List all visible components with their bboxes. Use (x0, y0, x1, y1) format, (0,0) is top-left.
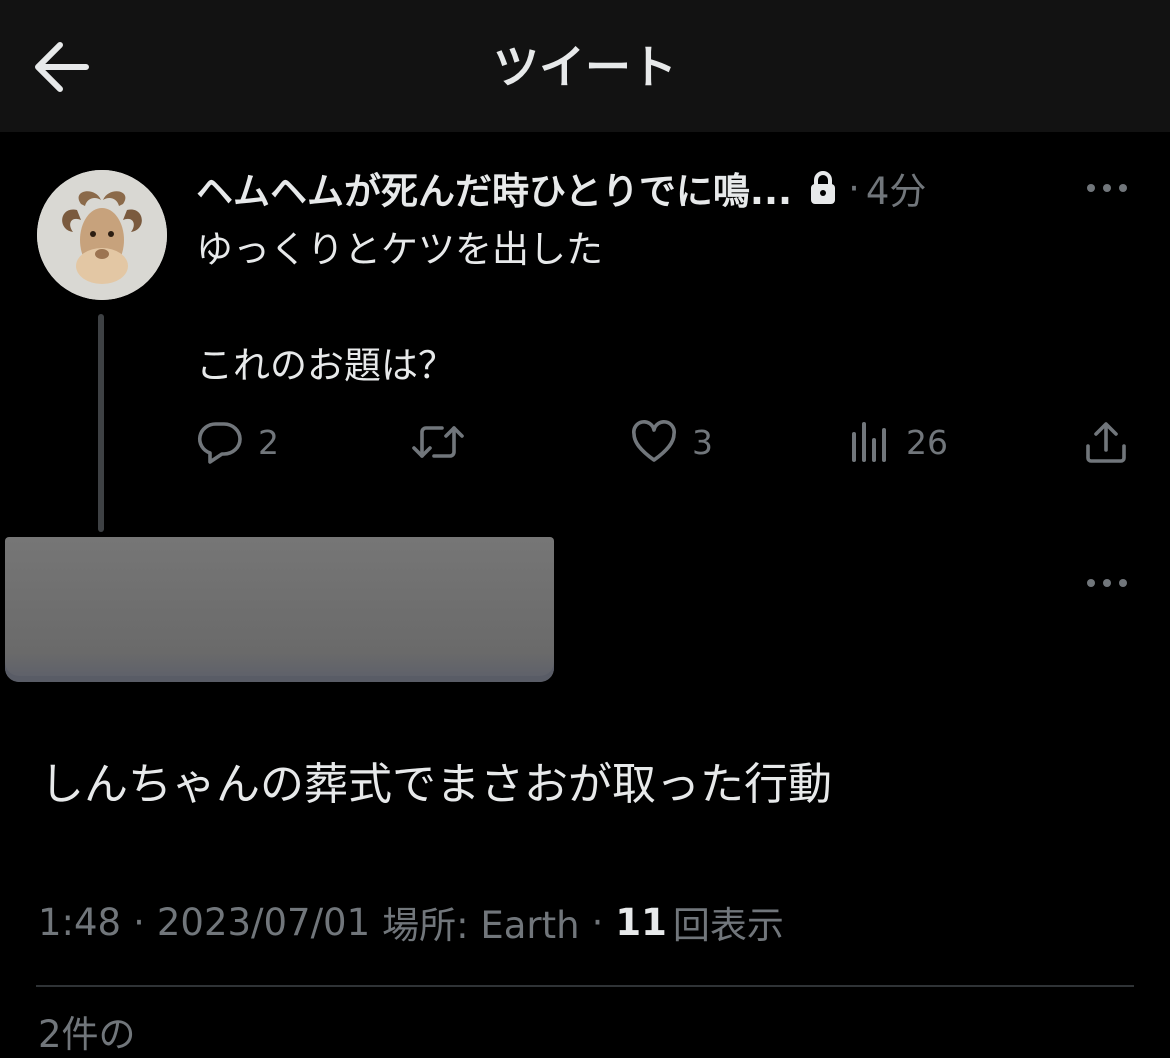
meta-separator: · (591, 900, 604, 944)
top-nav-bar: ツイート (0, 0, 1170, 132)
meta-separator: · (133, 900, 145, 944)
heart-icon (632, 420, 676, 462)
page-title: ツイート (493, 40, 677, 94)
quote-count-link[interactable]: 2件の (38, 1012, 136, 1058)
share-button[interactable] (1082, 414, 1130, 470)
tweet-author-row: ヘムヘムが死んだ時ひとりでに鳴... · 4分 (196, 160, 926, 216)
tweet-text-line: ゆっくりとケツを出した (196, 228, 603, 271)
ram-head-avatar-image (37, 170, 167, 300)
author-display-name[interactable]: ヘムヘムが死んだ時ひとりでに鳴... (196, 161, 792, 215)
more-horizontal-icon (1087, 184, 1127, 192)
views-count: 26 (906, 422, 948, 462)
reply-bubble-icon (197, 422, 242, 464)
more-options-button[interactable] (1085, 573, 1129, 593)
more-horizontal-icon (1087, 579, 1127, 587)
retweet-icon (412, 426, 464, 458)
lock-icon (811, 171, 836, 204)
avatar[interactable] (37, 170, 167, 300)
time-separator: · (848, 166, 860, 210)
tweet-text-line: これのお題は？ (196, 344, 455, 387)
tweet-time-ago[interactable]: 4分 (866, 161, 927, 215)
tweet-date[interactable]: 2023/07/01 (157, 901, 370, 944)
tweet-view-label: 回表示 (672, 904, 784, 947)
views-button[interactable]: 26 (850, 414, 948, 470)
reply-button[interactable]: 2 (196, 414, 279, 470)
more-options-button[interactable] (1085, 178, 1129, 198)
tweet-view-count: 11 (615, 900, 667, 944)
main-tweet-text: しんちゃんの葬式でまさおが取った行動 (40, 759, 832, 810)
tweet-time[interactable]: 1:48 (38, 901, 121, 944)
tweet-location[interactable]: 場所: Earth (382, 895, 579, 949)
bar-chart-icon (852, 422, 886, 462)
like-count: 3 (692, 422, 713, 462)
thread-connector-line (98, 314, 104, 532)
divider (36, 985, 1134, 987)
tweet-meta-row: 1:48 · 2023/07/01 場所: Earth · 11 回表示 (38, 893, 784, 951)
reply-count: 2 (258, 422, 279, 462)
like-button[interactable]: 3 (630, 414, 713, 470)
share-upload-icon (1086, 422, 1126, 463)
retweet-button[interactable] (410, 414, 466, 470)
redacted-author-block (5, 537, 554, 682)
